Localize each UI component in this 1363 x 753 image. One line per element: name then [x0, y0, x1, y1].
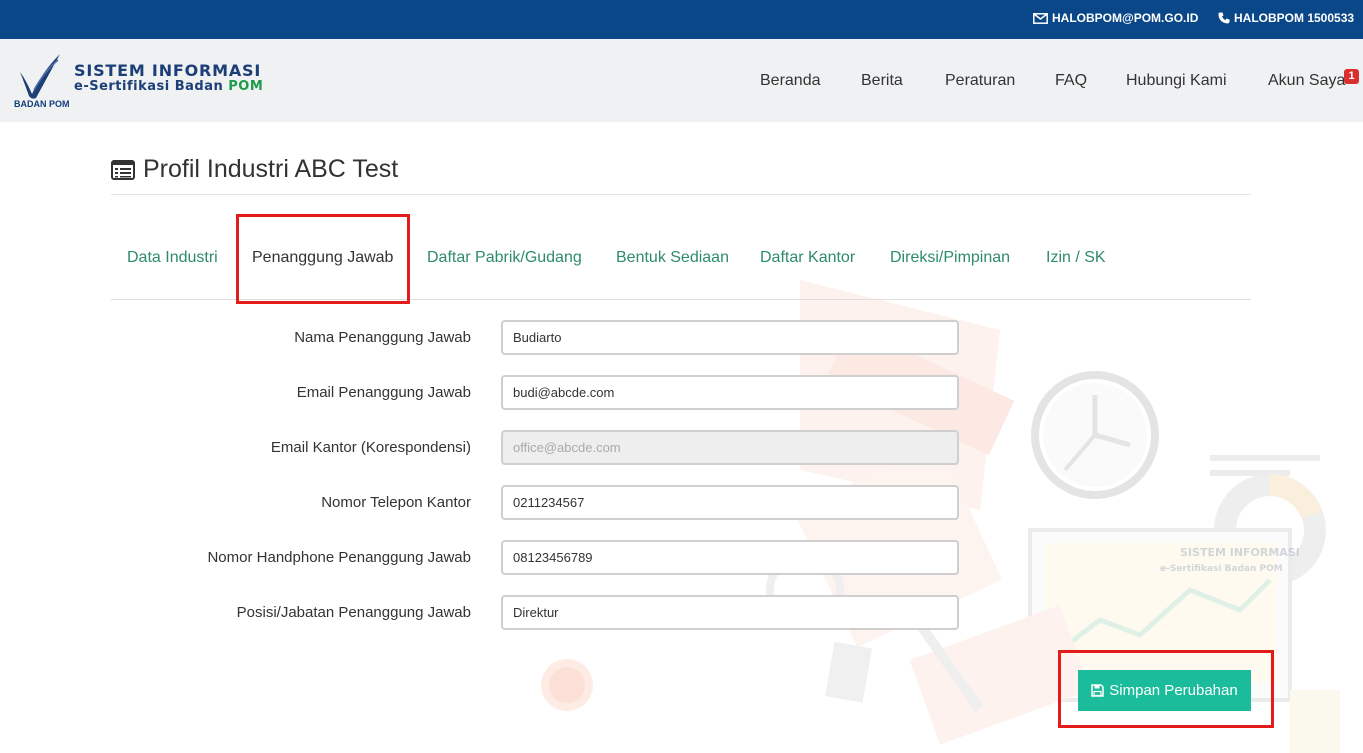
top-contact-bar: HALOBPOM@POM.GO.ID HALOBPOM 1500533: [0, 0, 1363, 39]
highlight-box-save-button: [1058, 650, 1274, 728]
phone-icon: [1218, 12, 1230, 24]
email-penanggung-jawab-input[interactable]: [501, 375, 959, 410]
nav-beranda[interactable]: Beranda: [760, 72, 821, 90]
nav-hubungi-kami[interactable]: Hubungi Kami: [1126, 72, 1227, 90]
tab-izin-sk[interactable]: Izin / SK: [1046, 249, 1106, 267]
label-email-penanggung-jawab: Email Penanggung Jawab: [296, 384, 471, 401]
title-divider: [111, 194, 1251, 195]
topbar-email-text: HALOBPOM@POM.GO.ID: [1052, 11, 1199, 25]
logo-caption: BADAN POM: [14, 99, 70, 109]
notification-badge: 1: [1344, 69, 1359, 84]
tab-daftar-kantor[interactable]: Daftar Kantor: [760, 249, 855, 267]
page-title: Profil Industri ABC Test: [111, 155, 398, 184]
list-alt-icon: [111, 159, 135, 180]
tab-data-industri[interactable]: Data Industri: [127, 249, 218, 267]
watermark-line1: SISTEM INFORMASI: [1180, 546, 1300, 559]
email-kantor-input: [501, 430, 959, 465]
nav-akun-saya[interactable]: Akun Saya: [1268, 72, 1345, 90]
brand-title: SISTEM INFORMASI: [74, 61, 262, 80]
topbar-phone-text: HALOBPOM 1500533: [1234, 11, 1355, 25]
nama-penanggung-jawab-input[interactable]: [501, 320, 959, 355]
tab-bentuk-sediaan[interactable]: Bentuk Sediaan: [616, 249, 729, 267]
nav-berita[interactable]: Berita: [861, 72, 903, 90]
label-nomor-telepon-kantor: Nomor Telepon Kantor: [321, 494, 471, 511]
topbar-phone[interactable]: HALOBPOM 1500533: [1218, 11, 1354, 25]
label-email-kantor: Email Kantor (Korespondensi): [270, 439, 471, 456]
brand-subtitle-pom: POM: [228, 79, 264, 94]
brand-subtitle-prefix: e-Sertifikasi Badan: [74, 79, 229, 94]
page-title-text: Profil Industri ABC Test: [143, 155, 399, 183]
watermark-line2: e-Sertifikasi Badan POM: [1160, 564, 1283, 574]
nav-peraturan[interactable]: Peraturan: [945, 72, 1015, 90]
nav-faq[interactable]: FAQ: [1055, 72, 1087, 90]
label-nama-penanggung-jawab: Nama Penanggung Jawab: [294, 329, 471, 346]
tab-daftar-pabrik-gudang[interactable]: Daftar Pabrik/Gudang: [427, 249, 582, 267]
highlight-box-active-tab: [236, 214, 410, 304]
nomor-telepon-kantor-input[interactable]: [501, 485, 959, 520]
label-nomor-handphone: Nomor Handphone Penanggung Jawab: [207, 549, 471, 566]
envelope-icon: [1033, 12, 1048, 24]
label-posisi-jabatan: Posisi/Jabatan Penanggung Jawab: [236, 604, 471, 621]
topbar-email[interactable]: HALOBPOM@POM.GO.ID: [1033, 11, 1198, 25]
tab-direksi-pimpinan[interactable]: Direksi/Pimpinan: [890, 249, 1010, 267]
brand-subtitle: e-Sertifikasi Badan POM: [74, 79, 263, 94]
posisi-jabatan-input[interactable]: [501, 595, 959, 630]
nomor-handphone-input[interactable]: [501, 540, 959, 575]
